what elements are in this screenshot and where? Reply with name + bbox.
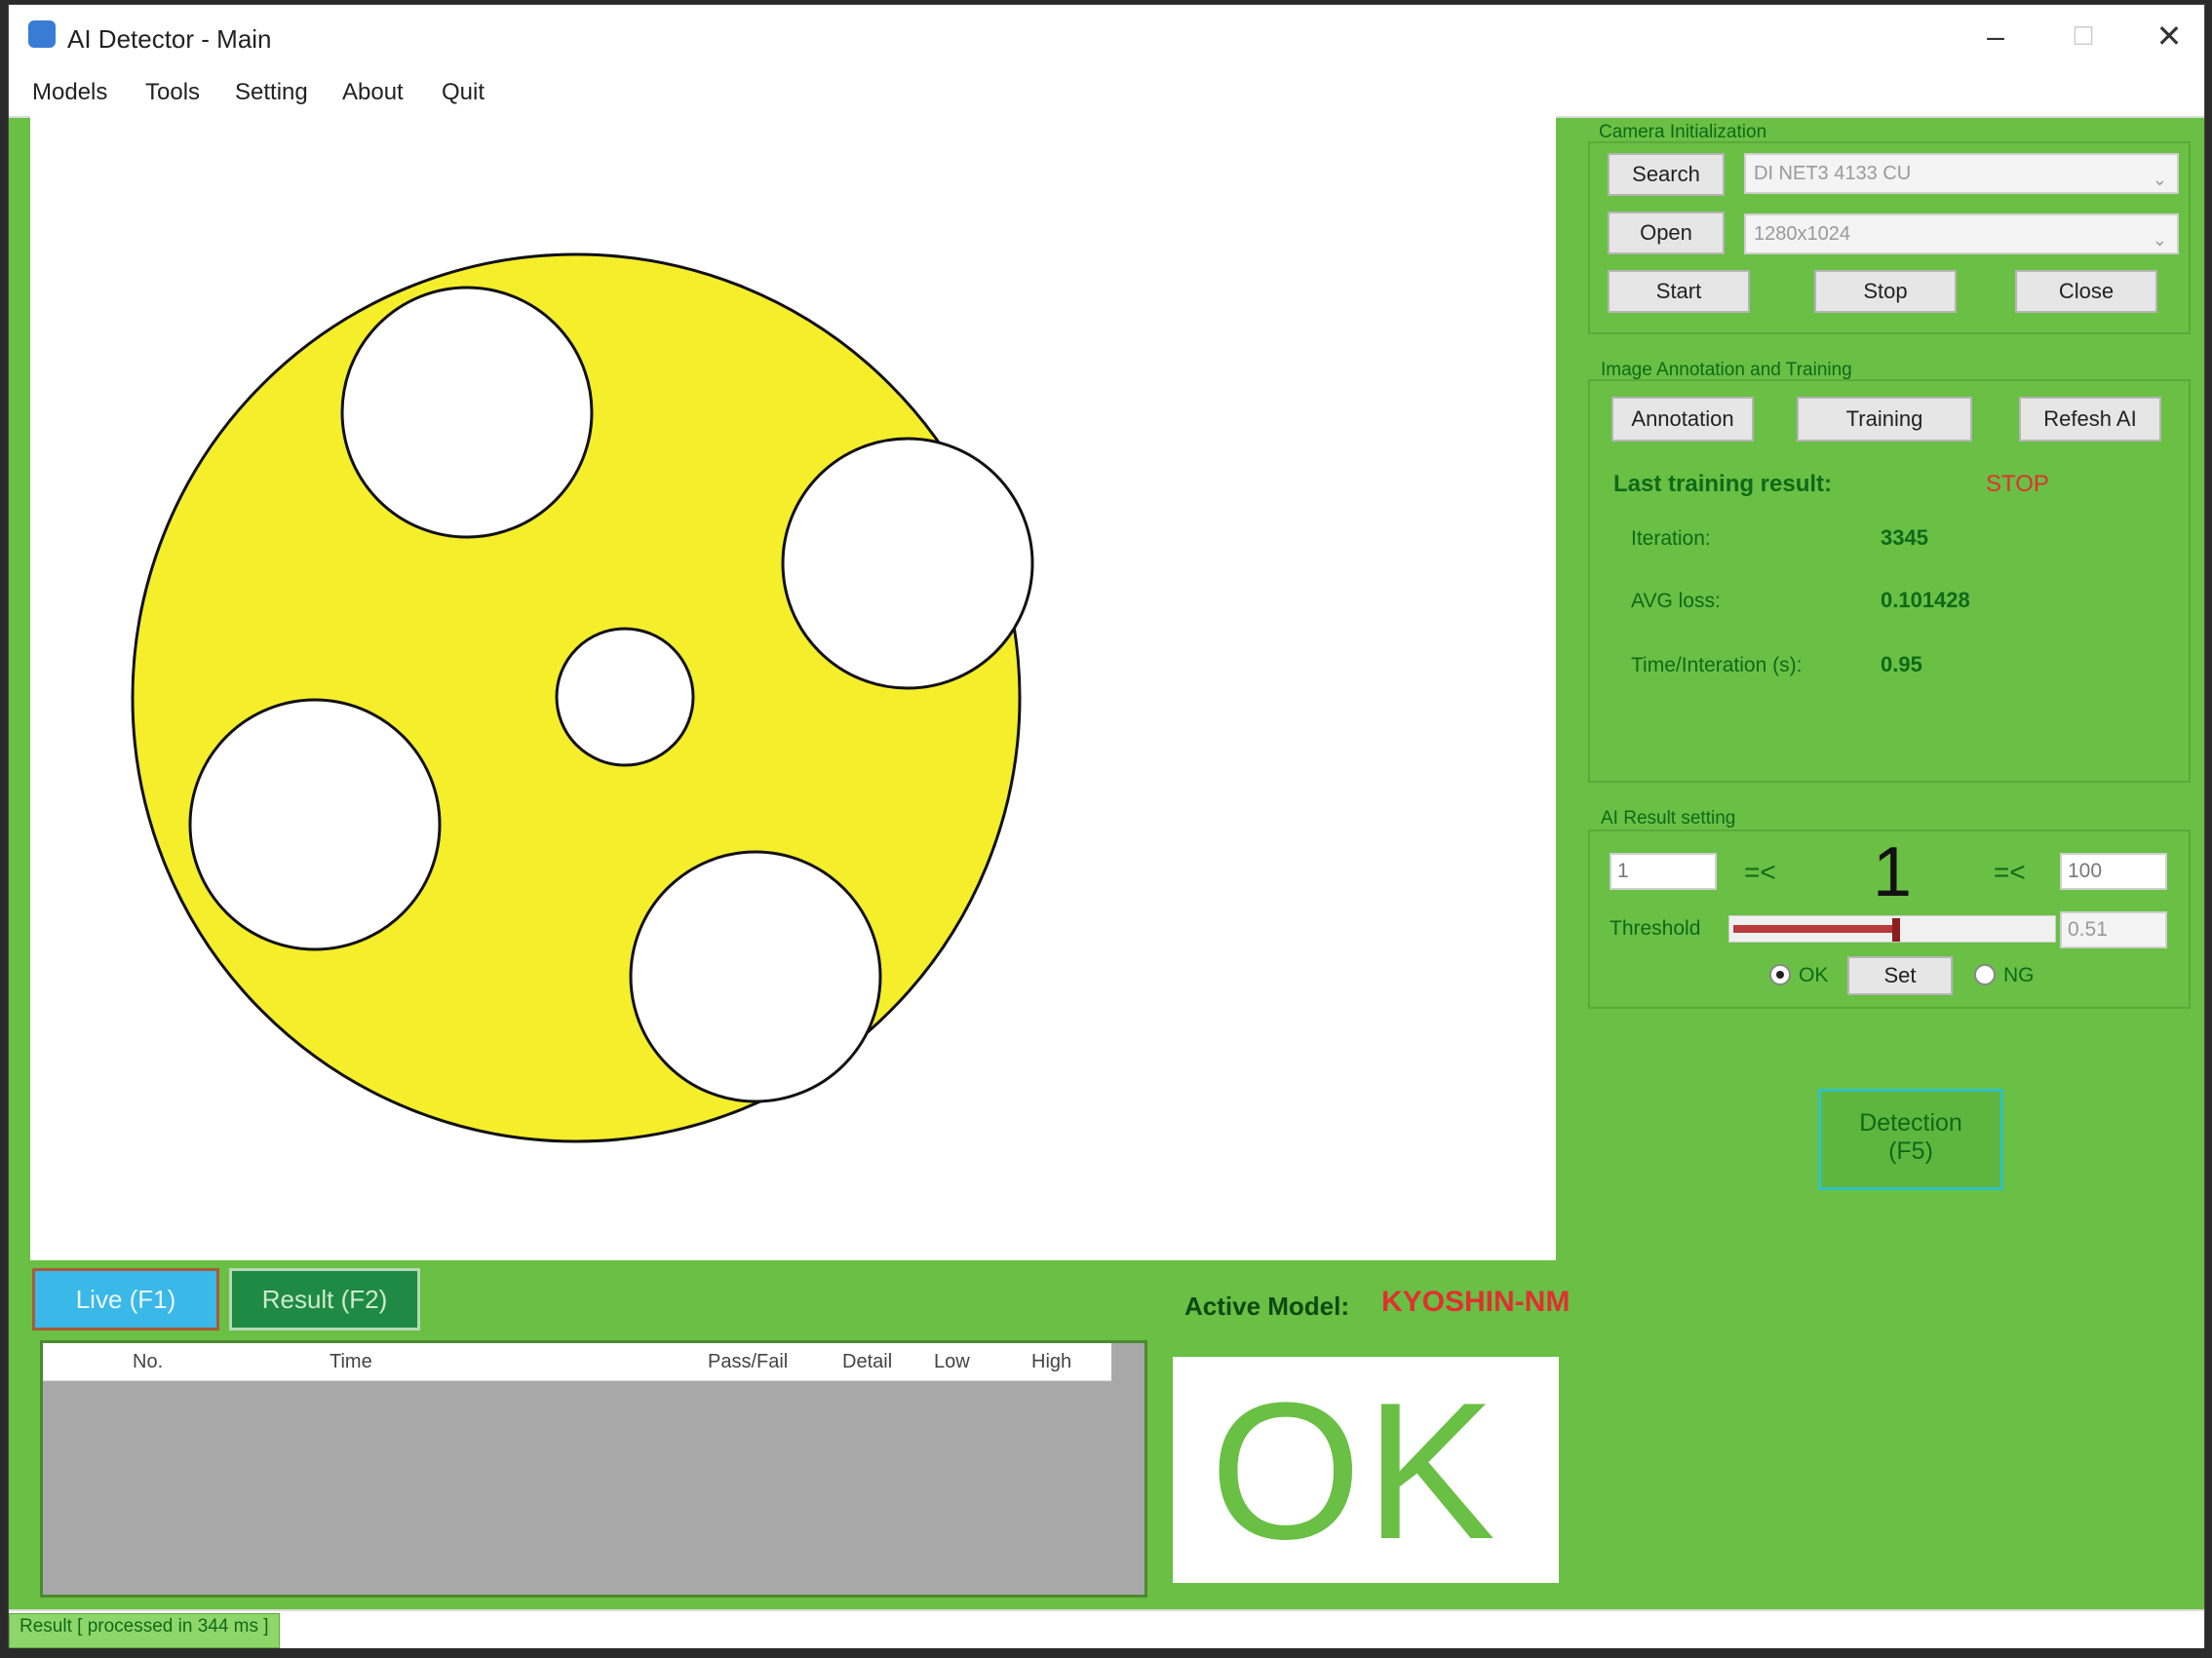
chevron-down-icon: ⌄ — [2152, 230, 2167, 250]
annotation-button[interactable]: Annotation — [1611, 397, 1754, 442]
title-bar: AI Detector - Main – ☐ ✕ — [9, 5, 2204, 67]
window-title: AI Detector - Main — [67, 24, 272, 54]
part-hole-bottom — [629, 850, 882, 1103]
last-training-result-label: Last training result: — [1613, 471, 1833, 497]
detection-label-line1: Detection — [1859, 1109, 1962, 1137]
column-time[interactable]: Time — [330, 1351, 372, 1373]
active-model-label: Active Model: — [1184, 1292, 1350, 1321]
part-hole-right — [781, 437, 1034, 690]
threshold-label: Threshold — [1610, 917, 1701, 940]
maximize-icon[interactable]: ☐ — [2064, 19, 2103, 54]
avg-loss-value: 0.101428 — [1881, 588, 1970, 612]
image-viewer[interactable] — [30, 115, 1556, 1260]
time-per-iteration-value: 0.95 — [1881, 652, 1922, 676]
result-text: OK — [1210, 1363, 1499, 1580]
ok-radio[interactable] — [1769, 964, 1791, 985]
app-icon — [28, 20, 56, 48]
stop-button[interactable]: Stop — [1814, 270, 1957, 313]
ai-result-title: AI Result setting — [1601, 808, 1736, 829]
tab-live[interactable]: Live (F1) — [32, 1268, 219, 1330]
detection-button[interactable]: Detection (F5) — [1818, 1089, 2003, 1190]
low-limit-input[interactable]: 1 — [1610, 853, 1717, 890]
part-hole-center — [555, 627, 695, 767]
resolution-select-value: 1280x1024 — [1754, 223, 1850, 245]
high-limit-input[interactable]: 100 — [2060, 853, 2167, 890]
close-button[interactable]: Close — [2015, 270, 2157, 313]
part-hole-left — [188, 698, 442, 951]
threshold-value-input[interactable]: 0.51 — [2060, 911, 2167, 948]
status-bar: Result [ processed in 344 ms ] — [9, 1609, 2204, 1648]
camera-init-title: Camera Initialization — [1599, 122, 1767, 142]
detected-count: 1 — [1873, 833, 1913, 911]
ng-radio[interactable] — [1974, 964, 1996, 985]
set-button[interactable]: Set — [1847, 956, 1953, 995]
result-table[interactable]: No. Time Pass/Fail Detail Low High — [40, 1340, 1147, 1598]
part-hole-top — [340, 286, 594, 539]
menu-about[interactable]: About — [342, 79, 404, 106]
column-pass-fail[interactable]: Pass/Fail — [708, 1351, 788, 1373]
detection-label-line2: (F5) — [1888, 1137, 1933, 1165]
result-table-header: No. Time Pass/Fail Detail Low High — [43, 1343, 1111, 1381]
camera-select-value: DI NET3 4133 CU — [1754, 163, 1912, 184]
iteration-value: 3345 — [1881, 525, 1928, 550]
menu-setting[interactable]: Setting — [235, 79, 308, 106]
time-per-iteration-label: Time/Interation (s): — [1631, 654, 1803, 676]
menu-bar: Models Tools Setting About Quit — [9, 67, 2204, 118]
training-title: Image Annotation and Training — [1601, 360, 1852, 380]
ng-radio-label: NG — [2003, 964, 2035, 986]
minimize-icon[interactable]: – — [1976, 19, 2015, 54]
part-image — [131, 252, 1034, 1143]
main-window: AI Detector - Main – ☐ ✕ Models Tools Se… — [8, 4, 2205, 1648]
threshold-slider-thumb[interactable] — [1892, 918, 1900, 942]
le-symbol-2: =< — [1994, 857, 2026, 887]
menu-quit[interactable]: Quit — [442, 79, 485, 106]
ok-radio-dot — [1776, 971, 1784, 979]
threshold-slider[interactable] — [1728, 915, 2056, 943]
tab-result[interactable]: Result (F2) — [229, 1268, 420, 1330]
menu-tools[interactable]: Tools — [145, 79, 200, 106]
result-display: OK — [1173, 1357, 1559, 1583]
search-button[interactable]: Search — [1608, 153, 1725, 196]
column-detail[interactable]: Detail — [842, 1351, 892, 1373]
open-button[interactable]: Open — [1608, 212, 1725, 254]
refresh-ai-button[interactable]: Refesh AI — [2019, 397, 2161, 442]
status-text: Result [ processed in 344 ms ] — [9, 1613, 280, 1648]
column-no[interactable]: No. — [133, 1351, 163, 1373]
menu-models[interactable]: Models — [32, 79, 107, 106]
iteration-label: Iteration: — [1631, 527, 1711, 550]
threshold-slider-fill — [1733, 925, 1896, 933]
le-symbol-1: =< — [1744, 857, 1776, 887]
start-button[interactable]: Start — [1608, 270, 1750, 313]
chevron-down-icon: ⌄ — [2152, 170, 2167, 189]
last-training-status: STOP — [1986, 471, 2049, 497]
training-button[interactable]: Training — [1797, 397, 1972, 442]
camera-select[interactable]: DI NET3 4133 CU ⌄ — [1744, 153, 2179, 194]
active-model-value: KYOSHIN-NM — [1381, 1286, 1571, 1318]
close-icon[interactable]: ✕ — [2150, 19, 2189, 54]
avg-loss-label: AVG loss: — [1631, 590, 1721, 612]
ok-radio-label: OK — [1799, 964, 1829, 986]
resolution-select[interactable]: 1280x1024 ⌄ — [1744, 213, 2179, 254]
column-low[interactable]: Low — [934, 1351, 970, 1373]
column-high[interactable]: High — [1031, 1351, 1071, 1373]
